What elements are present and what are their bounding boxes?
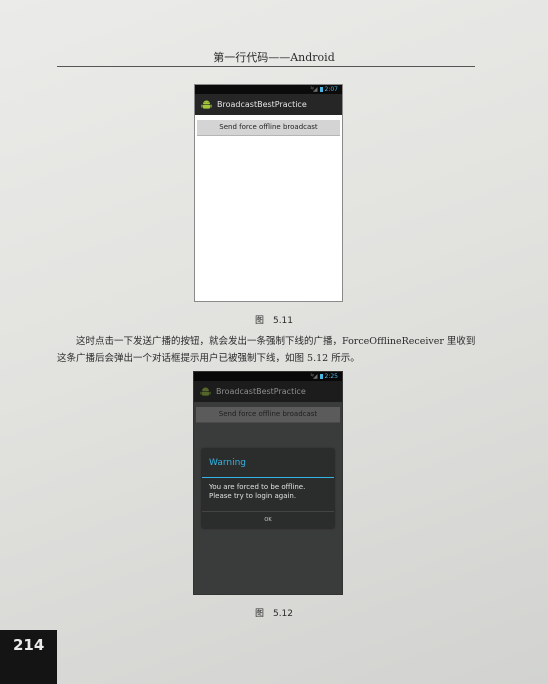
dialog-message-line-1: You are forced to be offline.	[209, 483, 306, 491]
action-bar: BroadcastBestPractice	[195, 94, 342, 115]
app-title: BroadcastBestPractice	[217, 100, 307, 109]
status-time: 2:07	[324, 86, 338, 93]
action-bar: BroadcastBestPractice	[194, 381, 342, 402]
android-robot-icon	[200, 387, 211, 396]
body-paragraph: 这时点击一下发送广播的按钮，就会发出一条强制下线的广播，ForceOffline…	[57, 336, 476, 364]
figure-caption-5-11: 图 5.11	[254, 316, 294, 326]
signal-icon: ³ᵍ◢	[310, 86, 318, 93]
phone-screenshot-fig-5-11: ³ᵍ◢ 2:07 BroadcastBestPractice Send force…	[194, 84, 343, 302]
dialog-message-line-2: Please try to login again.	[209, 492, 297, 500]
figure-caption-5-12: 图 5.12	[254, 609, 294, 619]
send-force-offline-button[interactable]: Send force offline broadcast	[197, 120, 340, 136]
running-head: 第一行代码——Android	[213, 51, 335, 64]
status-bar: ³ᵍ◢ 2:25	[194, 372, 342, 381]
signal-icon: ³ᵍ◢	[310, 373, 318, 380]
status-bar: ³ᵍ◢ 2:07	[195, 85, 342, 94]
status-time: 2:25	[324, 373, 338, 380]
dialog-message: You are forced to be offline. Please try…	[202, 478, 334, 501]
android-robot-icon	[201, 100, 212, 109]
header-rule	[57, 66, 475, 67]
page-number-tab: 214	[0, 630, 57, 684]
battery-icon	[319, 374, 323, 379]
warning-dialog: Warning You are forced to be offline. Pl…	[202, 449, 334, 528]
dialog-title: Warning	[202, 449, 334, 478]
page-number: 214	[13, 636, 45, 654]
dialog-ok-button[interactable]: OK	[202, 511, 334, 528]
phone-screenshot-fig-5-12: ³ᵍ◢ 2:25 BroadcastBestPractice Send force…	[193, 371, 343, 595]
send-force-offline-button[interactable]: Send force offline broadcast	[196, 407, 340, 423]
battery-icon	[319, 87, 323, 92]
app-title: BroadcastBestPractice	[216, 387, 306, 396]
